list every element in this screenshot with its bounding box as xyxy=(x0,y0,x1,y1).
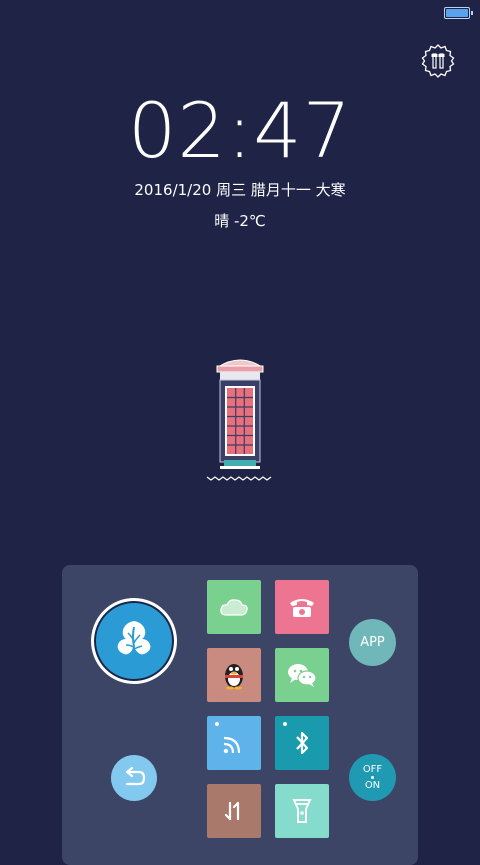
weather-tile[interactable] xyxy=(207,580,261,634)
theme-settings-button[interactable] xyxy=(420,43,456,79)
flashlight-icon xyxy=(292,799,312,823)
phone-booth-illustration xyxy=(204,353,276,483)
chat-bubbles-icon xyxy=(288,664,317,687)
toggle-off-label: OFF xyxy=(362,764,383,775)
wifi-tile[interactable] xyxy=(207,716,261,770)
bluetooth-tile[interactable] xyxy=(275,716,329,770)
onoff-toggle[interactable]: OFF ON xyxy=(349,754,396,801)
telephone-icon xyxy=(290,599,314,617)
bluetooth-icon xyxy=(296,731,309,755)
wifi-icon xyxy=(223,736,241,754)
penguin-icon xyxy=(225,664,243,690)
tools-icon xyxy=(421,44,455,78)
active-indicator xyxy=(283,722,287,726)
wechat-tile[interactable] xyxy=(275,648,329,702)
theme-launcher-button[interactable] xyxy=(91,598,177,684)
cloud-icon xyxy=(220,599,248,616)
data-tile[interactable] xyxy=(207,784,261,838)
battery-icon xyxy=(444,7,473,19)
app-button[interactable]: APP xyxy=(349,619,396,666)
return-arrow-icon xyxy=(125,767,146,786)
leaf-icon xyxy=(117,621,151,664)
app-button-label: APP xyxy=(360,635,385,650)
lockscreen-clock: 02:47 xyxy=(127,86,353,175)
phone-tile[interactable] xyxy=(275,580,329,634)
lockscreen-date: 2016/1/20 周三 腊月十一 大寒 xyxy=(134,181,346,199)
active-indicator xyxy=(215,722,219,726)
back-button[interactable] xyxy=(111,755,157,801)
lockscreen-weather: 晴 -2℃ xyxy=(214,212,266,230)
toggle-on-label: ON xyxy=(364,780,381,791)
data-transfer-icon xyxy=(224,801,240,821)
qq-tile[interactable] xyxy=(207,648,261,702)
flashlight-tile[interactable] xyxy=(275,784,329,838)
